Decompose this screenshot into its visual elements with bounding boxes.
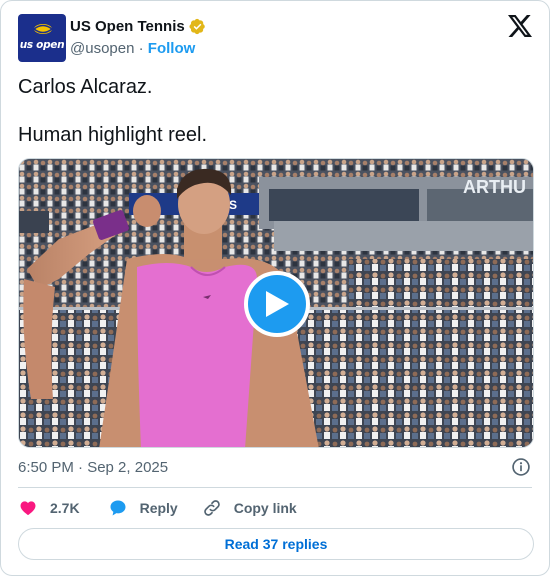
avatar-logo-text: us open	[19, 39, 65, 51]
tweet-line-2: Human highlight reel.	[18, 124, 207, 146]
stadium-sign-text: ARTHU	[463, 177, 526, 197]
read-replies-button[interactable]: Read 37 replies	[18, 528, 534, 560]
handle[interactable]: @usopen	[70, 40, 134, 57]
reply-label: Reply	[139, 500, 178, 516]
tweet-card: us open US Open Tennis @usopen · Follow …	[0, 0, 550, 576]
banner-fragment-text: S	[229, 198, 237, 212]
info-icon[interactable]	[511, 457, 531, 477]
avatar[interactable]: us open	[18, 14, 66, 62]
reply-bubble-icon	[110, 500, 126, 516]
handle-row: @usopen · Follow	[70, 40, 195, 57]
verified-badge-icon	[189, 18, 205, 35]
action-bar: 2.7K Reply Copy link	[18, 495, 297, 521]
timestamp[interactable]: 6:50 PM · Sep 2, 2025	[18, 459, 168, 476]
divider	[18, 487, 532, 488]
copy-link-button[interactable]: Copy link	[202, 498, 297, 518]
tweet-text: Carlos Alcaraz. Human highlight reel.	[18, 75, 533, 147]
display-name[interactable]: US Open Tennis	[70, 18, 185, 35]
author-name-row: US Open Tennis	[70, 18, 206, 35]
us-open-flame-icon	[33, 24, 53, 34]
play-icon	[266, 291, 289, 317]
like-button[interactable]: 2.7K	[18, 498, 80, 518]
x-logo-icon[interactable]	[508, 15, 532, 37]
heart-icon	[20, 501, 36, 515]
tweet-line-1: Carlos Alcaraz.	[18, 76, 153, 98]
copy-link-label: Copy link	[233, 500, 297, 516]
link-icon	[203, 500, 220, 516]
like-count: 2.7K	[50, 500, 80, 516]
video-thumbnail[interactable]: ARTHU S	[18, 158, 534, 448]
separator: ·	[138, 40, 144, 57]
reply-button[interactable]: Reply	[108, 498, 178, 518]
play-button[interactable]	[244, 271, 310, 337]
follow-link[interactable]: Follow	[148, 40, 196, 57]
